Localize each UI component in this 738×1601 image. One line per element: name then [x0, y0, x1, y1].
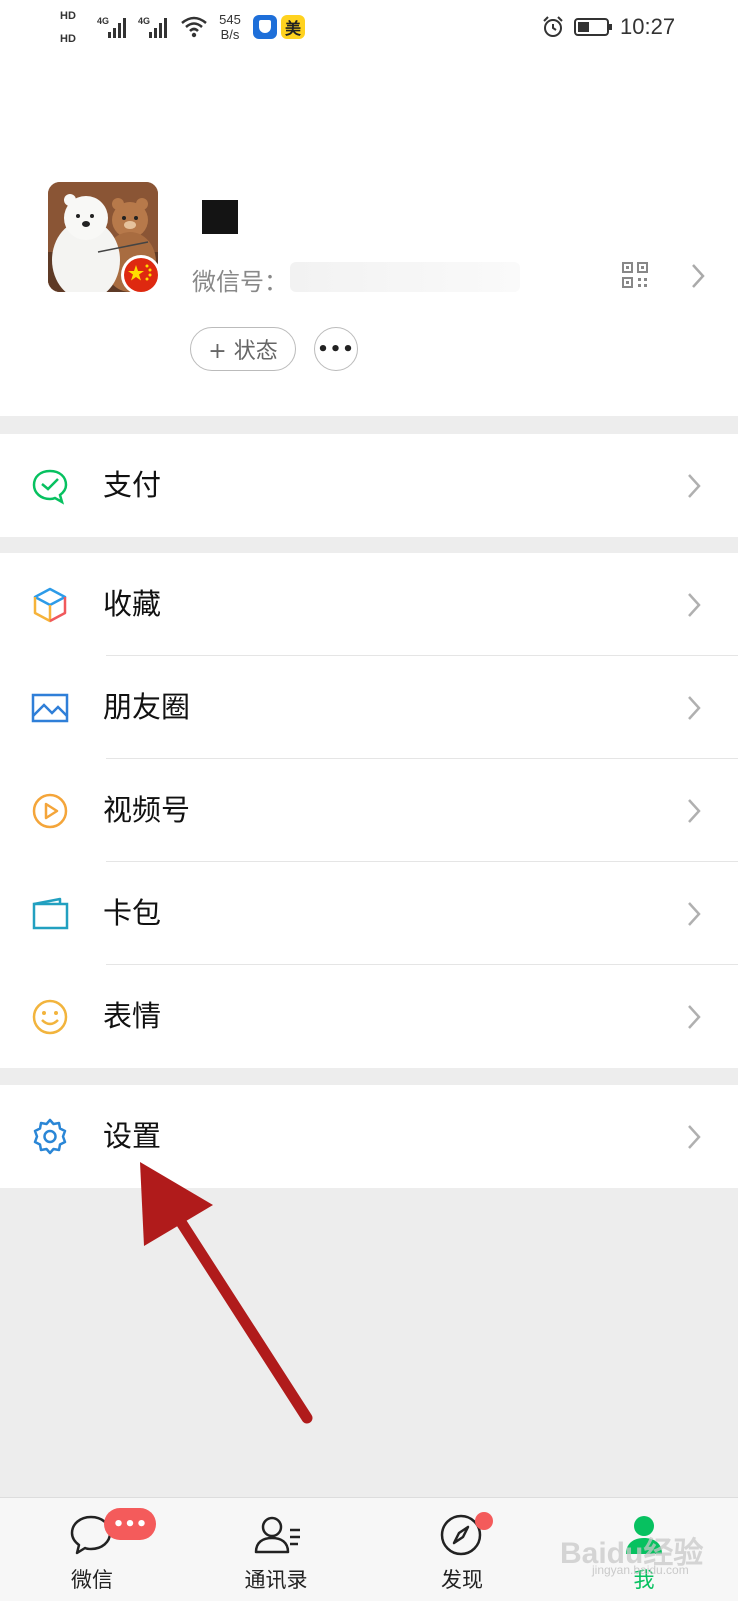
menu-label-pay: 支付: [103, 468, 162, 502]
status-bar: HD HD 4G 4G 545 B/s 美 10:27: [0, 0, 738, 56]
channels-play-icon: [32, 793, 68, 829]
chevron-right-icon: [688, 1005, 701, 1029]
menu-label-cards: 卡包: [103, 896, 162, 930]
menu-item-pay[interactable]: 支付: [0, 434, 738, 537]
menu-item-stickers[interactable]: 表情: [0, 965, 738, 1068]
discover-red-dot-badge: [475, 1512, 493, 1530]
tab-label-discover: 发现: [441, 1568, 483, 1592]
wechat-id-value-blurred: [290, 262, 520, 292]
chevron-right-icon: [688, 474, 701, 498]
menu-item-favorites[interactable]: 收藏: [0, 553, 738, 656]
moments-image-icon: [31, 693, 69, 723]
signal-icon: [108, 18, 126, 38]
chevron-right-icon: [688, 593, 701, 617]
settings-gear-icon: [33, 1118, 67, 1155]
hd-indicator-1: HD: [60, 10, 76, 22]
baidu-watermark-url: jingyan.baidu.com: [592, 1563, 689, 1577]
alarm-icon: [543, 16, 563, 37]
menu-group-settings: 设置: [0, 1085, 738, 1188]
chevron-right-icon: [688, 1125, 701, 1149]
profile-chevron-right-icon[interactable]: [690, 262, 706, 290]
signal-icon-2: [149, 18, 167, 38]
menu-label-settings: 设置: [103, 1119, 162, 1153]
hd-indicator-2: HD: [60, 33, 76, 45]
menu-group-main: 收藏 朋友圈 视频号 卡包 表情: [0, 553, 738, 1068]
tab-discover[interactable]: 发现: [402, 1498, 522, 1601]
menu-item-cards[interactable]: 卡包: [0, 862, 738, 965]
wechat-id-label: 微信号：: [192, 268, 288, 296]
tab-label-contacts: 通讯录: [244, 1568, 308, 1592]
battery-icon: [574, 18, 612, 36]
menu-group-pay: 支付: [0, 434, 738, 537]
menu-item-channels[interactable]: 视频号: [0, 759, 738, 862]
chats-unread-badge: •••: [104, 1508, 156, 1540]
favorites-cube-icon: [33, 587, 67, 623]
chevron-right-icon: [688, 696, 701, 720]
qr-code-icon[interactable]: [622, 262, 648, 288]
tab-label-chats: 微信: [71, 1568, 113, 1592]
more-dots-icon: •••: [317, 338, 355, 360]
cards-wallet-icon: [32, 897, 69, 930]
menu-label-stickers: 表情: [103, 999, 162, 1033]
menu-item-settings[interactable]: 设置: [0, 1085, 738, 1188]
menu-label-moments: 朋友圈: [103, 690, 191, 724]
menu-label-channels: 视频号: [103, 793, 191, 827]
chevron-right-icon: [688, 799, 701, 823]
menu-label-favorites: 收藏: [103, 587, 162, 621]
contacts-person-icon: [254, 1516, 300, 1554]
stickers-smiley-icon: [32, 999, 68, 1035]
pay-icon: [32, 469, 68, 505]
wifi-icon: [181, 16, 207, 38]
nickname-redacted: [202, 200, 238, 234]
shield-app-icon: [253, 15, 277, 39]
more-button[interactable]: •••: [314, 327, 358, 371]
meituan-app-icon: 美: [281, 15, 305, 39]
clock: 10:27: [620, 14, 676, 39]
china-flag-badge-icon: [121, 255, 161, 295]
menu-item-moments[interactable]: 朋友圈: [0, 656, 738, 759]
chevron-right-icon: [688, 902, 701, 926]
net-speed: 545 B/s: [219, 12, 241, 42]
add-status-button[interactable]: + 状态: [190, 327, 296, 371]
tab-contacts[interactable]: 通讯录: [216, 1498, 336, 1601]
